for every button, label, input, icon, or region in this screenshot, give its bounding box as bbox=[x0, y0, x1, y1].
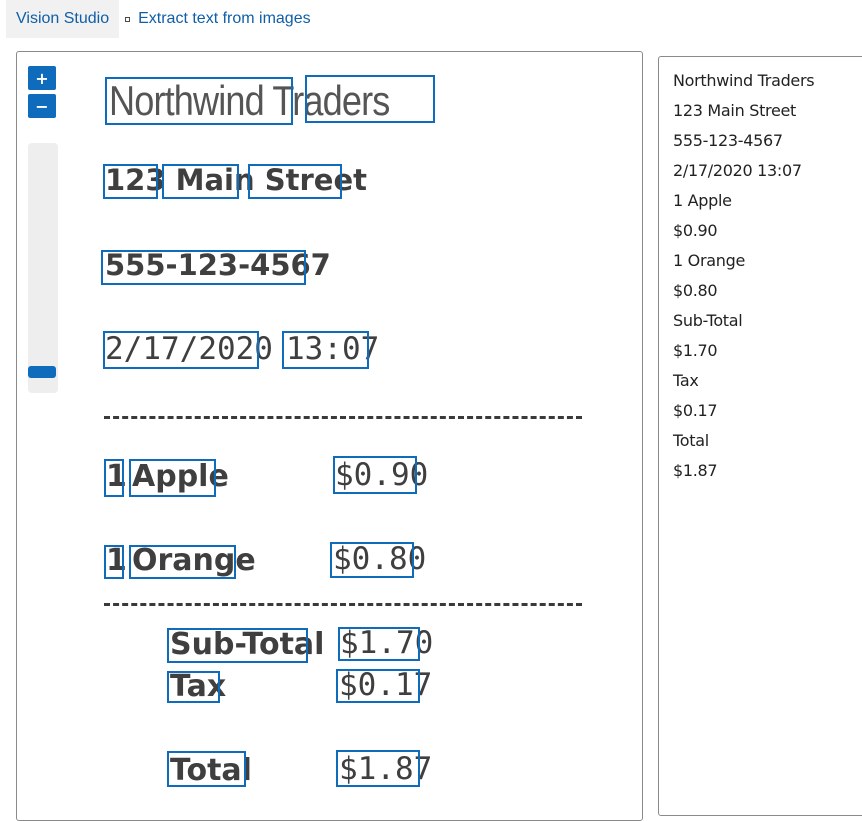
receipt-item1-qty: 1 bbox=[106, 459, 127, 494]
receipt-tax-value: $0.17 bbox=[339, 667, 433, 703]
breadcrumb-home-link[interactable]: Vision Studio bbox=[6, 0, 120, 38]
breadcrumb-current-link[interactable]: Extract text from images bbox=[138, 10, 311, 28]
result-line: Tax bbox=[673, 371, 699, 390]
zoom-out-button[interactable]: − bbox=[28, 94, 56, 118]
receipt-phone: 555-123-4567 bbox=[105, 248, 331, 282]
result-line: Total bbox=[673, 431, 709, 450]
extracted-text-panel: Northwind Traders 123 Main Street 555-12… bbox=[658, 56, 862, 816]
result-line: Sub-Total bbox=[673, 311, 743, 330]
receipt-total-label: Total bbox=[170, 753, 252, 788]
receipt-divider bbox=[104, 603, 582, 606]
receipt-subtotal-label: Sub-Total bbox=[170, 627, 325, 662]
result-line: 1 Orange bbox=[673, 251, 745, 270]
image-preview-panel: + − Northwind Traders 123 Main Street 55… bbox=[16, 51, 643, 821]
result-line: 123 Main Street bbox=[673, 101, 797, 120]
receipt-title: Northwind Traders bbox=[109, 77, 390, 124]
receipt-tax-label: Tax bbox=[170, 669, 227, 704]
breadcrumb-separator-icon bbox=[125, 16, 131, 22]
result-line: 555-123-4567 bbox=[673, 131, 783, 150]
result-line: 2/17/2020 13:07 bbox=[673, 161, 802, 180]
receipt-item1-price: $0.90 bbox=[335, 457, 429, 493]
result-line: $1.87 bbox=[673, 461, 718, 480]
receipt-divider bbox=[104, 416, 582, 419]
receipt-address: 123 Main Street bbox=[105, 163, 367, 197]
result-line: $0.80 bbox=[673, 281, 718, 300]
receipt-date: 2/17/2020 bbox=[105, 331, 273, 367]
zoom-slider[interactable] bbox=[28, 143, 58, 393]
breadcrumb: Vision Studio Extract text from images bbox=[6, 0, 311, 38]
result-line: 1 Apple bbox=[673, 191, 732, 210]
zoom-slider-thumb[interactable] bbox=[28, 366, 56, 378]
result-line: $0.17 bbox=[673, 401, 718, 420]
receipt-subtotal-value: $1.70 bbox=[340, 625, 434, 661]
receipt-item1-name: Apple bbox=[132, 459, 229, 494]
zoom-in-button[interactable]: + bbox=[28, 66, 56, 90]
receipt-item2-price: $0.80 bbox=[333, 541, 427, 577]
result-line: $0.90 bbox=[673, 221, 718, 240]
result-line: Northwind Traders bbox=[673, 71, 815, 90]
result-line: $1.70 bbox=[673, 341, 718, 360]
receipt-time: 13:07 bbox=[286, 331, 380, 367]
receipt-item2-name: Orange bbox=[132, 543, 256, 578]
receipt-item2-qty: 1 bbox=[106, 543, 127, 578]
receipt-total-value: $1.87 bbox=[339, 751, 433, 787]
